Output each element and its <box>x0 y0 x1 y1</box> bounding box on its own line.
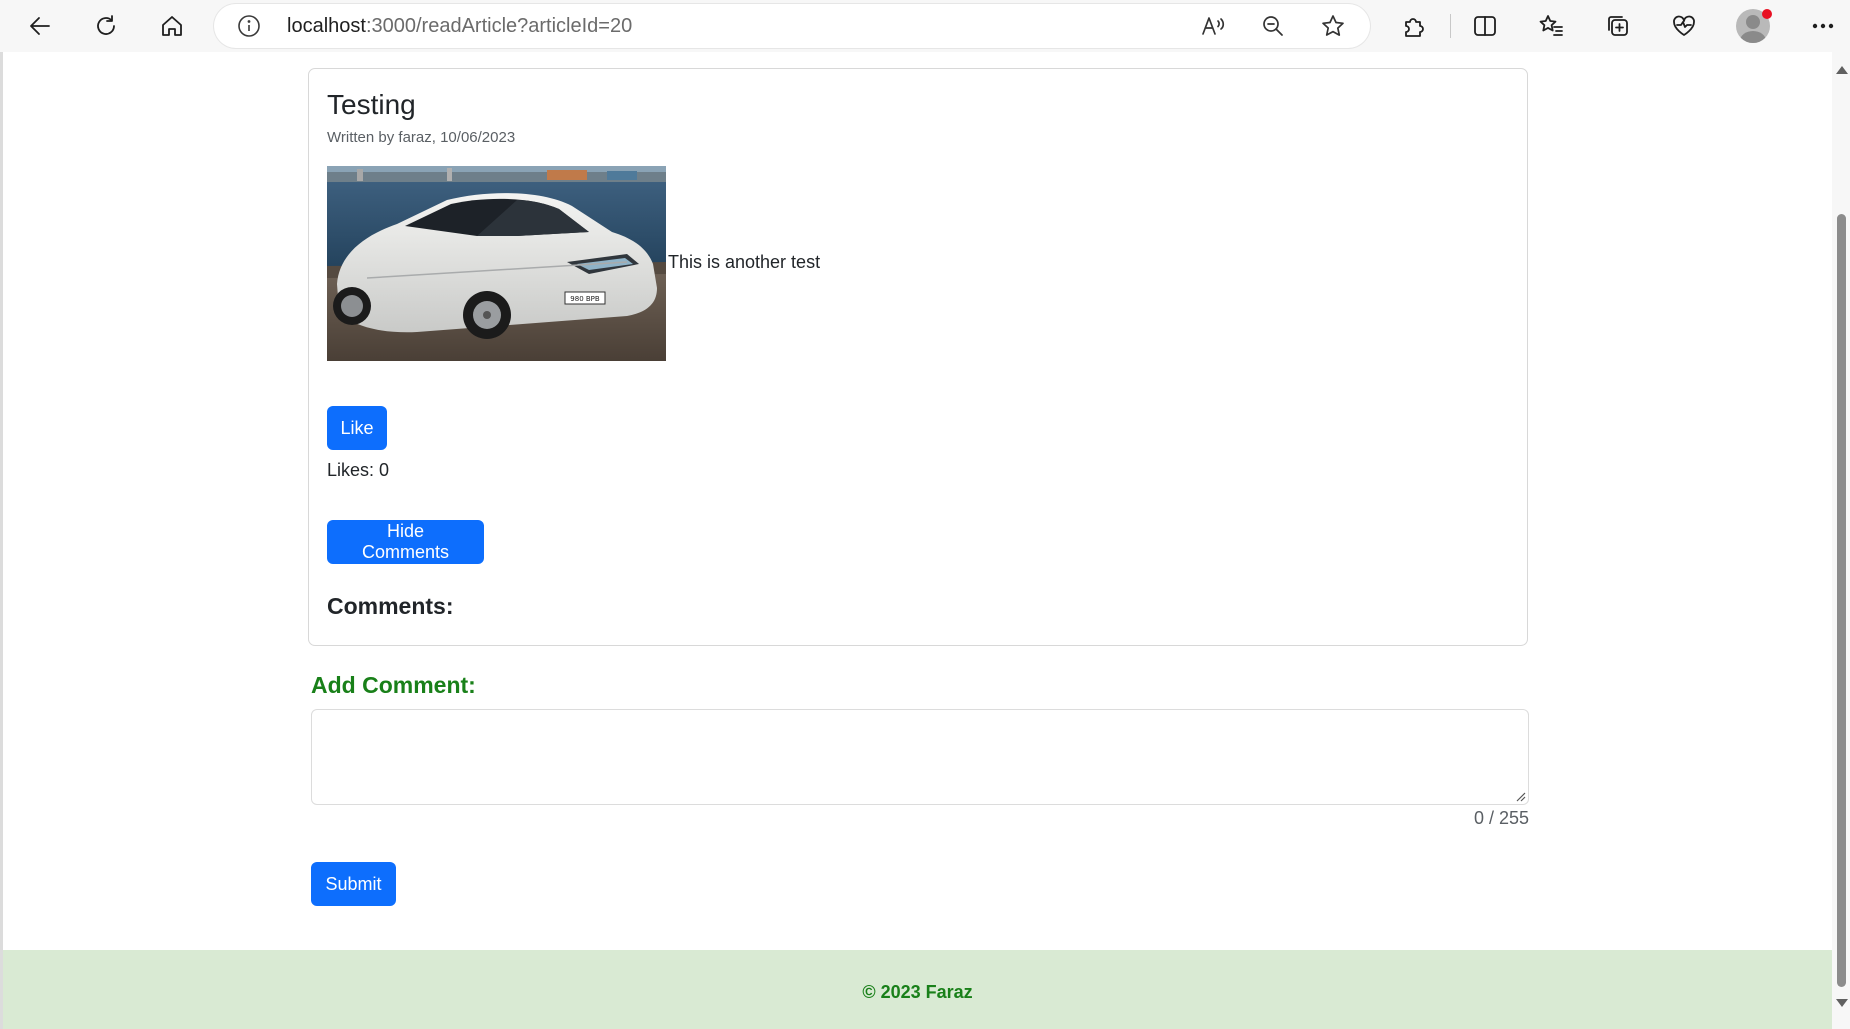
resize-grip-icon[interactable] <box>1514 790 1526 802</box>
article-byline: Written by faraz, 10/06/2023 <box>327 129 516 146</box>
split-screen-icon[interactable] <box>1465 6 1505 46</box>
likes-counter: Likes: 0 <box>327 460 389 481</box>
collections-icon[interactable] <box>1598 6 1638 46</box>
favorite-star-icon[interactable] <box>1320 13 1346 39</box>
vertical-scrollbar[interactable] <box>1832 52 1850 1029</box>
extensions-icon[interactable] <box>1393 6 1433 46</box>
page-footer: © 2023 Faraz <box>3 950 1832 1029</box>
likes-count: 0 <box>379 460 390 480</box>
url-host: localhost <box>287 15 366 37</box>
read-aloud-icon[interactable] <box>1200 13 1226 39</box>
article-body: This is another test <box>668 252 821 272</box>
address-bar[interactable]: localhost:3000/readArticle?articleId=20 <box>214 4 1370 48</box>
scroll-up-arrow-icon[interactable] <box>1836 66 1848 74</box>
site-info-icon[interactable] <box>236 13 262 39</box>
back-icon[interactable] <box>20 6 60 46</box>
submit-button[interactable]: Submit <box>311 862 396 906</box>
refresh-icon[interactable] <box>86 6 126 46</box>
svg-text:980 BPB: 980 BPB <box>570 295 600 303</box>
article-image: 980 BPB <box>327 166 666 361</box>
like-button[interactable]: Like <box>327 406 387 450</box>
more-menu-icon[interactable] <box>1803 6 1843 46</box>
toolbar-divider <box>1450 14 1451 38</box>
home-icon[interactable] <box>152 6 192 46</box>
char-counter: 0 / 255 <box>1473 808 1529 828</box>
url-text[interactable]: localhost:3000/readArticle?articleId=20 <box>287 15 632 38</box>
zoom-out-icon[interactable] <box>1260 13 1286 39</box>
browser-essentials-icon[interactable] <box>1664 6 1704 46</box>
browser-toolbar: localhost:3000/readArticle?articleId=20 <box>0 0 1850 52</box>
notification-dot <box>1762 9 1772 19</box>
url-path: :3000/readArticle?articleId=20 <box>365 15 633 37</box>
favorites-icon[interactable] <box>1531 6 1571 46</box>
page-viewport: Testing Written by faraz, 10/06/2023 980… <box>0 52 1850 1029</box>
scroll-thumb[interactable] <box>1837 214 1846 987</box>
likes-label: Likes: <box>327 460 375 480</box>
article-title: Testing <box>327 89 416 120</box>
hide-comments-button[interactable]: Hide Comments <box>327 520 484 564</box>
comment-textarea[interactable] <box>311 709 1529 805</box>
article-card: Testing Written by faraz, 10/06/2023 980… <box>308 68 1528 646</box>
add-comment-heading: Add Comment: <box>311 672 476 698</box>
comments-heading: Comments: <box>327 593 454 619</box>
footer-copyright: © 2023 Faraz <box>862 982 973 1002</box>
scroll-down-arrow-icon[interactable] <box>1836 999 1848 1007</box>
